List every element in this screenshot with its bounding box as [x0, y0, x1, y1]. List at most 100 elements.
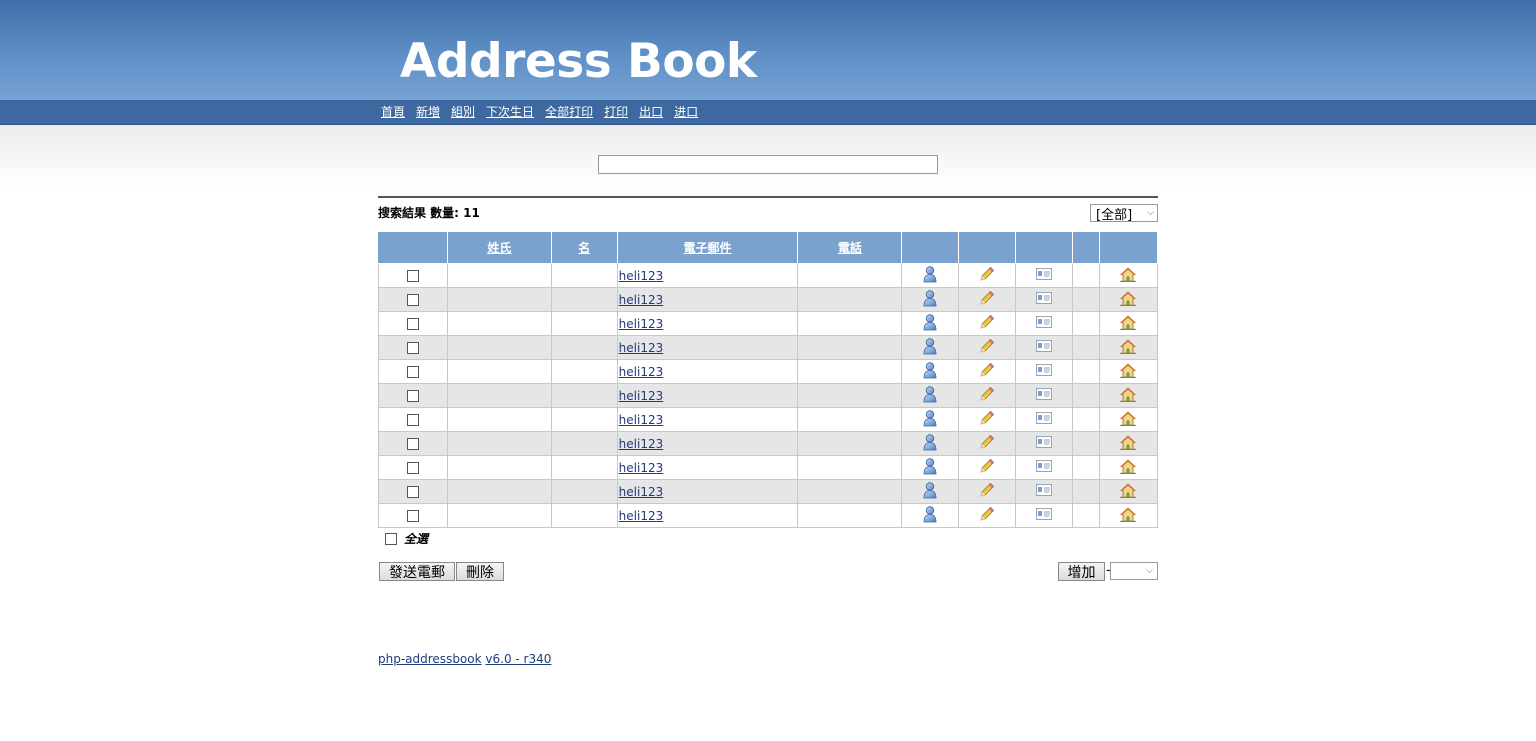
pencil-icon[interactable]: [979, 386, 995, 405]
row-checkbox[interactable]: [406, 366, 419, 378]
email-link[interactable]: heli123: [618, 413, 664, 427]
email-cell: heli123: [616, 503, 799, 528]
row-checkbox[interactable]: [406, 414, 419, 426]
row-checkbox[interactable]: [406, 294, 419, 306]
email-link[interactable]: heli123: [618, 317, 664, 331]
row-select-cell: [378, 479, 448, 504]
column-header[interactable]: 名: [550, 231, 618, 264]
home-icon[interactable]: [1120, 386, 1137, 405]
vcard-icon[interactable]: [1036, 316, 1053, 331]
home-icon[interactable]: [1120, 482, 1137, 501]
send-mail-button[interactable]: 發送電郵: [379, 562, 455, 581]
email-link[interactable]: heli123: [618, 389, 664, 403]
add-group-select[interactable]: ⌵: [1110, 562, 1158, 580]
nav-link[interactable]: 全部打印: [545, 104, 593, 120]
vcard-icon[interactable]: [1036, 340, 1053, 355]
home-icon[interactable]: [1120, 458, 1137, 477]
email-link[interactable]: heli123: [618, 509, 664, 523]
pencil-icon[interactable]: [979, 338, 995, 357]
nav-link[interactable]: 打印: [604, 104, 628, 120]
search-input[interactable]: [598, 155, 938, 174]
home-icon[interactable]: [1120, 338, 1137, 357]
row-checkbox[interactable]: [406, 462, 419, 474]
home-icon[interactable]: [1120, 290, 1137, 309]
details-cell: [901, 479, 960, 504]
row-checkbox[interactable]: [406, 318, 419, 330]
home-icon[interactable]: [1120, 410, 1137, 429]
row-checkbox[interactable]: [406, 510, 419, 522]
lastname-cell: [446, 455, 552, 480]
person-icon[interactable]: [923, 337, 937, 358]
row-checkbox[interactable]: [406, 342, 419, 354]
person-icon[interactable]: [923, 265, 937, 286]
vcard-icon[interactable]: [1036, 508, 1053, 523]
empty-cell: [1072, 431, 1100, 456]
vcard-icon[interactable]: [1036, 436, 1053, 451]
nav-link[interactable]: 进口: [674, 104, 698, 120]
home-cell: [1098, 287, 1159, 312]
home-icon[interactable]: [1120, 314, 1137, 333]
email-link[interactable]: heli123: [618, 485, 664, 499]
add-to-group-button[interactable]: 增加: [1058, 562, 1105, 581]
email-link[interactable]: heli123: [618, 365, 664, 379]
nav-link[interactable]: 下次生日: [486, 104, 534, 120]
lastname-cell: [446, 479, 552, 504]
vcard-icon[interactable]: [1036, 388, 1053, 403]
contacts-table: 姓氏名電子郵件 電話 heli123 heli123 heli123 heli123 he…: [378, 231, 1159, 528]
person-icon[interactable]: [923, 433, 937, 454]
person-icon[interactable]: [923, 289, 937, 310]
person-icon[interactable]: [923, 409, 937, 430]
row-checkbox[interactable]: [406, 438, 419, 450]
column-header[interactable]: 電子郵件: [616, 231, 799, 264]
group-filter-select[interactable]: [全部] ⌵: [1090, 204, 1158, 223]
person-icon[interactable]: [923, 505, 937, 526]
empty-cell: [1072, 359, 1100, 384]
pencil-icon[interactable]: [979, 410, 995, 429]
email-link[interactable]: heli123: [618, 269, 664, 283]
row-checkbox[interactable]: [406, 486, 419, 498]
column-header[interactable]: 姓氏: [446, 231, 552, 264]
person-icon[interactable]: [923, 361, 937, 382]
firstname-cell: [550, 479, 618, 504]
email-link[interactable]: heli123: [618, 437, 664, 451]
vcard-icon[interactable]: [1036, 268, 1053, 283]
nav-link[interactable]: 組別: [451, 104, 475, 120]
home-icon[interactable]: [1120, 362, 1137, 381]
footer-app-link[interactable]: php-addressbook: [378, 652, 482, 666]
pencil-icon[interactable]: [979, 458, 995, 477]
column-header[interactable]: 電話: [797, 231, 903, 264]
pencil-icon[interactable]: [979, 314, 995, 333]
vcard-icon[interactable]: [1036, 484, 1053, 499]
select-all-checkbox[interactable]: [385, 532, 397, 545]
table-body: heli123 heli123 heli123 heli123 heli123 heli1…: [378, 263, 1159, 528]
details-cell: [901, 359, 960, 384]
person-icon[interactable]: [923, 313, 937, 334]
pencil-icon[interactable]: [979, 266, 995, 285]
vcard-icon[interactable]: [1036, 412, 1053, 427]
person-icon[interactable]: [923, 457, 937, 478]
vcard-icon[interactable]: [1036, 364, 1053, 379]
vcard-icon[interactable]: [1036, 460, 1053, 475]
home-icon[interactable]: [1120, 506, 1137, 525]
row-checkbox[interactable]: [406, 270, 419, 282]
home-icon[interactable]: [1120, 434, 1137, 453]
home-icon[interactable]: [1120, 266, 1137, 285]
row-checkbox[interactable]: [406, 390, 419, 402]
person-icon[interactable]: [923, 385, 937, 406]
email-link[interactable]: heli123: [618, 293, 664, 307]
footer-version-link[interactable]: v6.0 - r340: [485, 652, 551, 666]
person-icon[interactable]: [923, 481, 937, 502]
pencil-icon[interactable]: [979, 290, 995, 309]
pencil-icon[interactable]: [979, 506, 995, 525]
pencil-icon[interactable]: [979, 434, 995, 453]
vcard-icon[interactable]: [1036, 292, 1053, 307]
nav-link[interactable]: 出口: [639, 104, 663, 120]
pencil-icon[interactable]: [979, 482, 995, 501]
email-link[interactable]: heli123: [618, 341, 664, 355]
email-link[interactable]: heli123: [618, 461, 664, 475]
pencil-icon[interactable]: [979, 362, 995, 381]
nav-link[interactable]: 首頁: [381, 104, 405, 120]
delete-button[interactable]: 刪除: [456, 562, 504, 581]
nav-link[interactable]: 新増: [416, 104, 440, 120]
select-all[interactable]: 全選: [385, 530, 428, 547]
